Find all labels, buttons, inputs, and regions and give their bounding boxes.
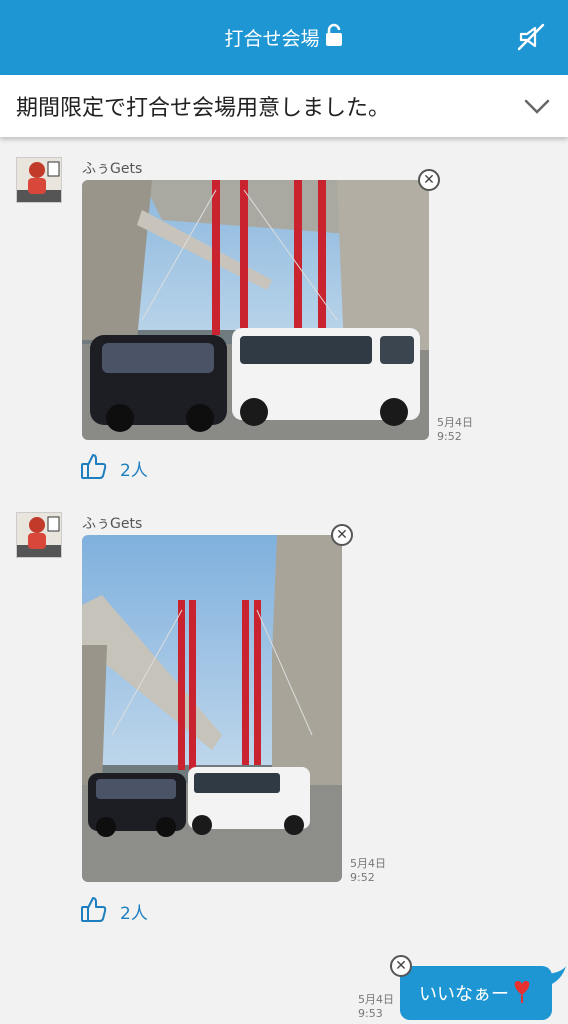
thumbs-up-icon	[80, 895, 108, 927]
close-icon[interactable]: ✕	[390, 955, 412, 977]
avatar[interactable]	[16, 512, 62, 558]
announcement-text: 期間限定で打合せ会場用意しました。	[16, 96, 391, 121]
mute-icon[interactable]	[514, 20, 548, 54]
message-time: 9:52	[437, 430, 462, 443]
message-date: 5月4日	[437, 416, 473, 429]
app-header: 打合せ会場	[0, 0, 568, 75]
lock-icon	[324, 23, 344, 52]
close-icon[interactable]: ✕	[418, 169, 440, 191]
message-timestamp: 5月4日 9:52	[350, 857, 386, 885]
my-message-timestamp: 5月4日 9:53	[358, 993, 394, 1021]
header-title-group: 打合せ会場	[0, 0, 568, 75]
close-icon[interactable]: ✕	[331, 524, 353, 546]
my-message-bubble[interactable]: いいなぁー	[400, 966, 552, 1020]
announcement-banner[interactable]: 期間限定で打合せ会場用意しました。	[0, 75, 568, 137]
heart-icon	[511, 978, 533, 1009]
thumbs-up-icon	[80, 452, 108, 484]
bubble-tail	[548, 966, 568, 990]
like-count: 2人	[120, 460, 148, 481]
page-title: 打合せ会場	[224, 28, 320, 50]
avatar[interactable]	[16, 157, 62, 203]
message-photo[interactable]	[82, 535, 342, 882]
my-message-text: いいなぁー	[419, 984, 509, 1005]
like-button[interactable]: 2人	[80, 895, 148, 927]
message-date: 5月4日	[350, 857, 386, 870]
username: ふぅGets	[82, 516, 143, 532]
username: ふぅGets	[82, 161, 143, 177]
message-time: 9:52	[350, 871, 375, 884]
message-photo[interactable]	[82, 180, 429, 440]
my-message-time: 9:53	[358, 1007, 383, 1020]
like-count: 2人	[120, 903, 148, 924]
chevron-down-icon[interactable]	[524, 93, 550, 119]
like-button[interactable]: 2人	[80, 452, 148, 484]
my-message-date: 5月4日	[358, 993, 394, 1006]
message-timestamp: 5月4日 9:52	[437, 416, 473, 444]
